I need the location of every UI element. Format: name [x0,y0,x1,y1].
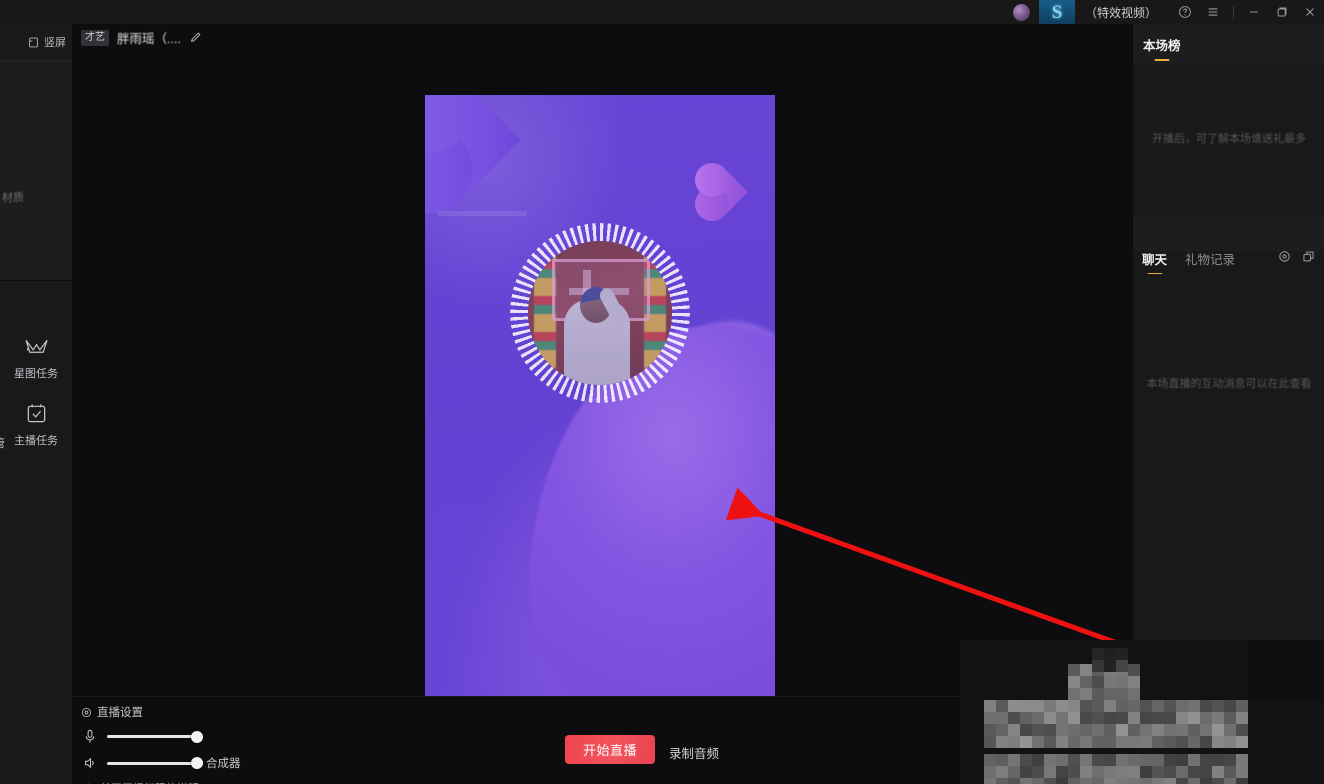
speaker-icon[interactable] [81,756,98,770]
titlebar-divider [1233,6,1234,19]
sidebar-task-panel: 管 星图任务 主播任务 [0,280,72,784]
tab-session-rank[interactable]: 本场榜 [1143,35,1181,54]
live-studio-window: S （特效视频） [0,0,1324,784]
maximize-button[interactable] [1268,0,1296,24]
orientation-label: 竖屏 [44,34,66,50]
app-title: （特效视频） [1085,4,1157,21]
sidebar-item-star-task-label: 星图任务 [14,365,58,381]
chat-popout-button[interactable] [1302,250,1315,268]
speaker-volume-slider[interactable] [107,762,197,765]
close-button[interactable] [1296,0,1324,24]
room-title: 胖雨瑶（.... [117,28,181,47]
material-label: 材质 [0,189,72,205]
rank-empty-text: 开播后，可了解本场谁送礼最多 [1152,131,1306,148]
star-chart-icon [24,337,49,358]
calendar-check-icon [25,402,48,425]
tab-chat[interactable]: 聊天 [1142,249,1167,268]
orientation-toggle[interactable]: 竖屏 [0,24,72,61]
sidebar-item-anchor-task-label: 主播任务 [14,432,58,448]
permission-note-label: 关于开播权限的说明 [100,780,199,784]
chat-settings-button[interactable] [1278,250,1291,268]
preview-stage[interactable] [72,51,1132,696]
avatar-visualizer [510,223,690,403]
anchor-camera-feed [528,241,672,385]
audio-device-label: 合成器 [206,755,241,771]
mic-volume-thumb[interactable] [191,731,203,743]
edit-room-title-button[interactable] [189,31,202,44]
start-live-button[interactable]: 开始直播 [565,735,655,764]
record-audio-button[interactable]: 录制音频 [669,743,719,762]
live-settings-button[interactable]: 直播设置 [81,704,143,720]
purple-tint-overlay [528,241,672,385]
sidebar-item-anchor-task[interactable]: 主播任务 [0,402,72,448]
mic-volume-slider[interactable] [107,735,197,738]
user-avatar[interactable] [1013,4,1030,21]
popout-window-icon [1302,250,1315,263]
app-logo: S [1039,0,1075,24]
app-logo-letter: S [1052,3,1063,22]
rank-empty-state: 开播后，可了解本场谁送礼最多 [1133,64,1324,215]
live-settings-label: 直播设置 [97,704,143,720]
heart-decoration-large [425,95,521,201]
mic-volume-row [81,729,197,744]
speaker-volume-thumb[interactable] [191,757,203,769]
speaker-volume-row: 合成器 [81,755,241,771]
gear-icon [81,707,92,718]
live-preview-canvas[interactable] [425,95,775,696]
preview-watermark [437,211,527,216]
title-bar: S （特效视频） [0,0,1324,24]
menu-button[interactable] [1199,0,1227,24]
gear-icon [1278,250,1291,263]
category-badge: 才艺 [81,30,109,46]
minimize-button[interactable] [1240,0,1268,24]
room-header: 才艺 胖雨瑶（.... [72,24,1132,51]
microphone-icon[interactable] [81,729,98,744]
portrait-screen-icon [27,36,40,49]
permission-note[interactable]: 关于开播权限的说明 [81,780,199,784]
help-button[interactable] [1171,0,1199,24]
sidebar-source-panel: 材质 [0,61,72,280]
censored-mosaic-region [960,640,1324,784]
rank-tab-bar: 本场榜 [1133,24,1324,64]
left-sidebar: 竖屏 材质 管 星图任务 主播任务 [0,24,72,784]
sidebar-item-star-task[interactable]: 星图任务 [0,337,72,381]
heart-decoration-small [700,168,748,216]
pencil-edit-icon [189,31,202,44]
chat-action-icons [1278,250,1315,268]
tab-gift-log[interactable]: 礼物记录 [1185,249,1235,268]
